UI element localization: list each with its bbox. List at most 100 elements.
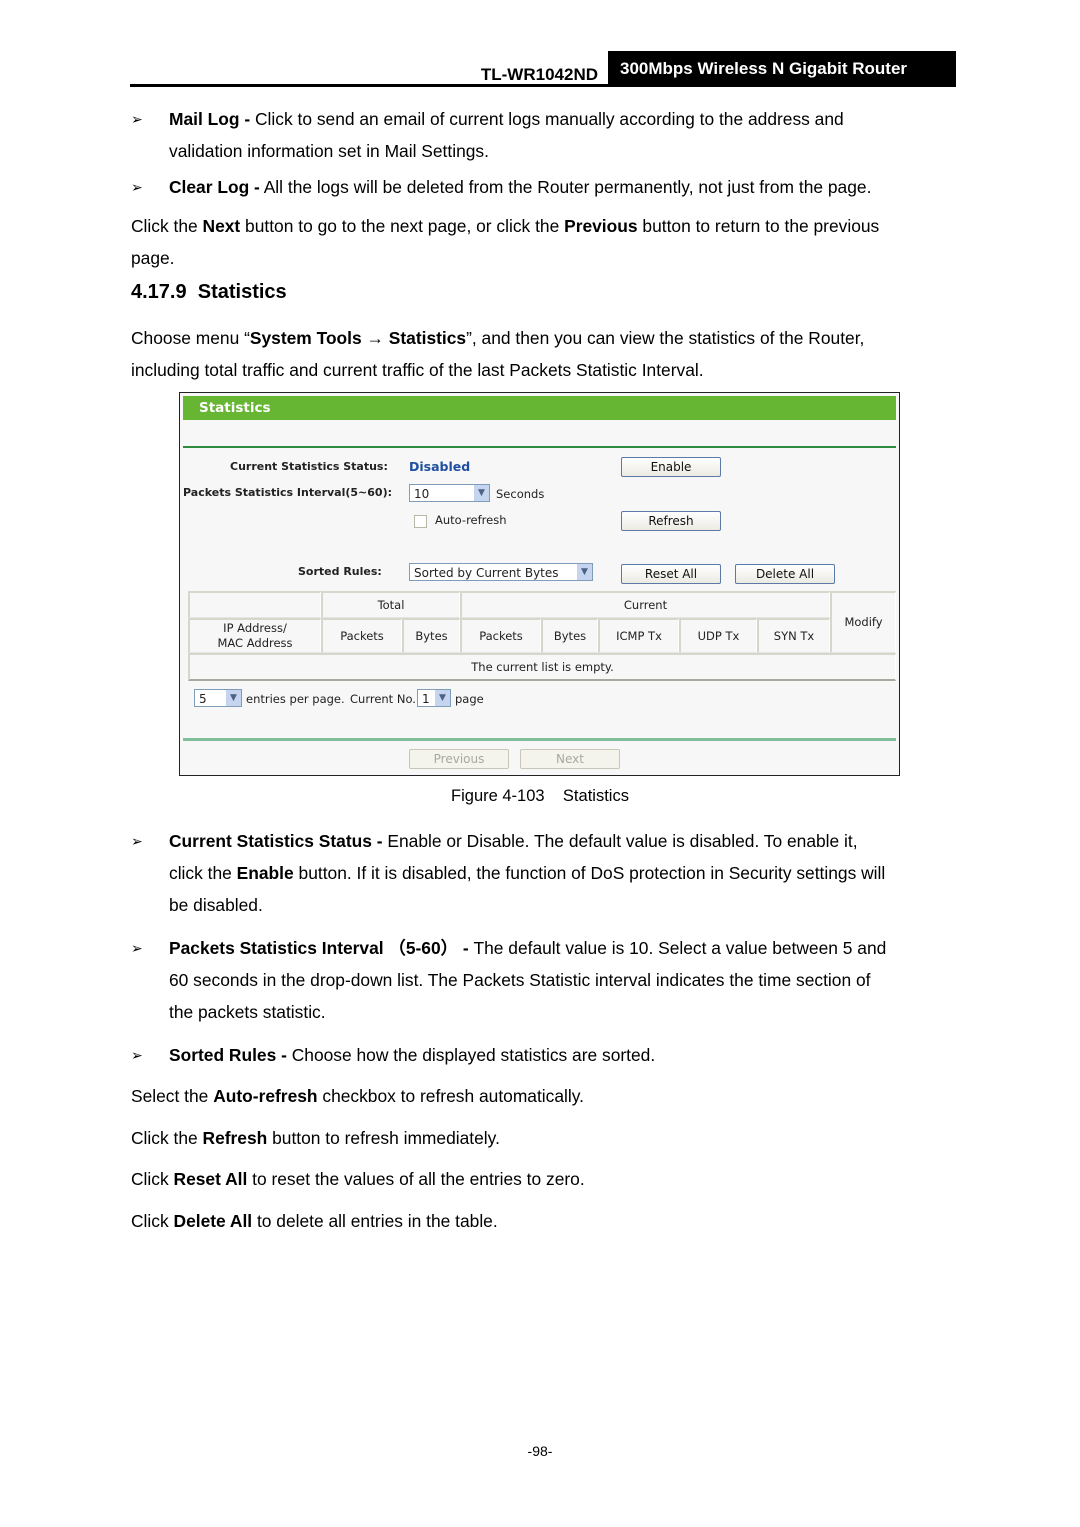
text: 60 seconds in the drop-down list. The Pa… xyxy=(169,970,871,990)
current-status-value: Disabled xyxy=(409,459,471,474)
text: MAC Address xyxy=(217,636,293,650)
term: System Tools xyxy=(249,328,362,348)
text: button. If it is disabled, the function … xyxy=(293,863,886,883)
clear-log-item: Clear Log - All the logs will be deleted… xyxy=(169,171,950,203)
term: Delete All xyxy=(173,1211,253,1231)
current-status-label: Current Statistics Status: xyxy=(230,460,388,473)
term: Mail Log - xyxy=(169,109,251,129)
text: be disabled. xyxy=(169,895,263,915)
section-title: Statistics xyxy=(197,281,287,303)
term: Sorted Rules - xyxy=(169,1045,287,1065)
previous-button[interactable]: Previous xyxy=(409,749,509,769)
text: button to refresh immediately. xyxy=(267,1128,500,1148)
arrow-icon: → xyxy=(361,328,389,348)
interval-unit: Seconds xyxy=(496,487,545,501)
table-header-udp-tx: UDP Tx xyxy=(679,618,757,653)
closing-refresh: Click the Refresh button to refresh imme… xyxy=(131,1122,950,1154)
text: button to go to the next page, or click … xyxy=(240,216,565,236)
term: Reset All xyxy=(173,1169,248,1189)
page-number: -98- xyxy=(527,1443,553,1459)
text: Choose how the displayed statistics are … xyxy=(286,1045,656,1065)
interval-value: 10 xyxy=(414,487,430,501)
panel-title: Statistics xyxy=(183,396,896,420)
chevron-down-icon: ▼ xyxy=(226,690,241,706)
text: All the logs will be deleted from the Ro… xyxy=(259,177,872,197)
section-heading: 4.17.9 Statistics xyxy=(131,281,287,304)
bullet-icon: ➢ xyxy=(131,940,143,956)
text: Click xyxy=(131,1211,174,1231)
divider xyxy=(183,738,896,741)
table-header-current: Current xyxy=(460,591,830,618)
interval-item: Packets Statistics Interval （5-60） - The… xyxy=(169,932,950,1028)
running-header: TL-WR1042ND 300Mbps Wireless N Gigabit R… xyxy=(130,51,956,87)
text: IP Address/ xyxy=(223,621,287,635)
sorted-rules-label: Sorted Rules: xyxy=(298,565,382,578)
table-header-syn-tx: SYN Tx xyxy=(757,618,830,653)
refresh-button[interactable]: Refresh xyxy=(621,511,721,531)
text: Click to send an email of current logs m… xyxy=(250,109,844,129)
statistics-figure: Statistics Current Statistics Status: Di… xyxy=(179,392,900,776)
chevron-down-icon: ▼ xyxy=(474,485,489,501)
term: Auto-refresh xyxy=(213,1086,318,1106)
current-status-item: Current Statistics Status - Enable or Di… xyxy=(169,825,950,921)
nav-paragraph: Click the Next button to go to the next … xyxy=(131,210,950,274)
interval-select[interactable]: 10 ▼ xyxy=(409,484,490,502)
term: Clear Log - xyxy=(169,177,260,197)
divider xyxy=(183,446,896,448)
next-button[interactable]: Next xyxy=(520,749,620,769)
product-name: 300Mbps Wireless N Gigabit Router xyxy=(608,51,956,87)
text: The default value is 10. Select a value … xyxy=(468,938,887,958)
term: Packets Statistics Interval （5-60） - xyxy=(169,938,469,958)
term: Statistics xyxy=(388,328,467,348)
text: to delete all entries in the table. xyxy=(252,1211,498,1231)
interval-label: Packets Statistics Interval(5~60): xyxy=(183,486,392,499)
term: Enable xyxy=(236,863,294,883)
closing-auto-refresh: Select the Auto-refresh checkbox to refr… xyxy=(131,1080,950,1112)
bullet-icon: ➢ xyxy=(131,833,143,849)
term: Next xyxy=(202,216,241,236)
term: Previous xyxy=(564,216,638,236)
table-header-modify: Modify xyxy=(830,591,896,653)
page-label: page xyxy=(455,692,484,706)
reset-all-button[interactable]: Reset All xyxy=(621,564,721,584)
chevron-down-icon: ▼ xyxy=(577,564,592,580)
delete-all-button[interactable]: Delete All xyxy=(735,564,835,584)
bullet-icon: ➢ xyxy=(131,179,143,195)
enable-button[interactable]: Enable xyxy=(621,457,721,477)
table-header-current-bytes: Bytes xyxy=(541,618,598,653)
text: validation information set in Mail Setti… xyxy=(169,141,489,161)
mail-log-item: Mail Log - Click to send an email of cur… xyxy=(169,103,950,167)
sorted-rules-select[interactable]: Sorted by Current Bytes ▼ xyxy=(409,563,593,581)
bullet-icon: ➢ xyxy=(131,111,143,127)
chevron-down-icon: ▼ xyxy=(435,690,450,706)
term: Current Statistics Status - xyxy=(169,831,383,851)
table-header-total: Total xyxy=(321,591,460,618)
model-name: TL-WR1042ND xyxy=(480,65,598,84)
text: Click the xyxy=(131,1128,203,1148)
entries-per-page-label: entries per page. xyxy=(246,692,345,706)
section-number: 4.17.9 xyxy=(131,281,187,303)
text: ”, and then you can view the statistics … xyxy=(466,328,865,348)
empty-list-message: The current list is empty. xyxy=(188,653,896,681)
text: the packets statistic. xyxy=(169,1002,326,1022)
table-header-icmp-tx: ICMP Tx xyxy=(598,618,679,653)
text: page. xyxy=(131,248,175,268)
auto-refresh-checkbox[interactable] xyxy=(414,515,427,528)
sorted-rules-item: Sorted Rules - Choose how the displayed … xyxy=(169,1039,950,1071)
figure-caption: Figure 4-103 Statistics xyxy=(451,787,629,805)
current-page-select[interactable]: 1 ▼ xyxy=(417,689,451,707)
entries-per-page-value: 5 xyxy=(199,692,207,706)
section-intro: Choose menu “System Tools → Statistics”,… xyxy=(131,322,950,386)
table-header-blank xyxy=(188,591,321,618)
text: including total traffic and current traf… xyxy=(131,360,704,380)
sorted-rules-value: Sorted by Current Bytes xyxy=(414,566,559,580)
text: click the xyxy=(169,863,237,883)
text: Click the xyxy=(131,216,203,236)
bullet-icon: ➢ xyxy=(131,1047,143,1063)
table-header-total-packets: Packets xyxy=(321,618,402,653)
entries-per-page-select[interactable]: 5 ▼ xyxy=(194,689,242,707)
text: Click xyxy=(131,1169,174,1189)
current-page-value: 1 xyxy=(422,692,430,706)
text: button to return to the previous xyxy=(637,216,880,236)
closing-reset-all: Click Reset All to reset the values of a… xyxy=(131,1163,950,1195)
